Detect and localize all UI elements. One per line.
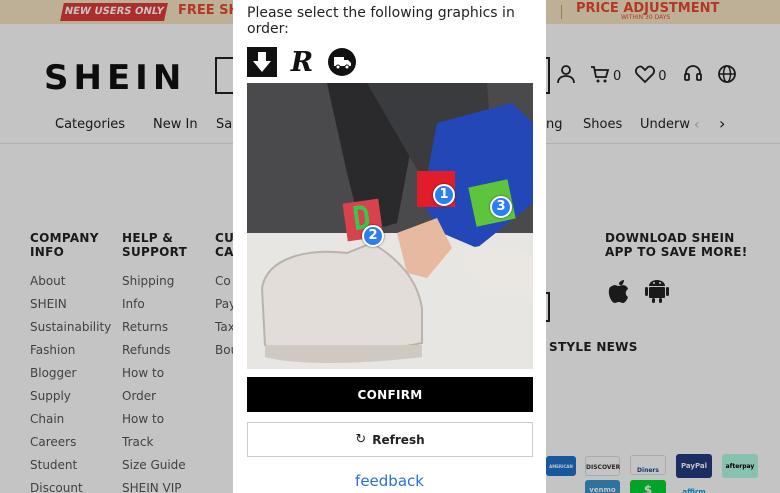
refresh-button[interactable]: ↻ Refresh	[247, 422, 533, 457]
selection-marker-3[interactable]: 3	[490, 196, 512, 218]
feedback-link[interactable]: feedback	[233, 472, 546, 490]
selection-marker-1[interactable]: 1	[433, 184, 455, 206]
selection-marker-2[interactable]: 2	[362, 225, 384, 247]
truck-icon	[327, 47, 357, 77]
captcha-image[interactable]: 1 2 3	[247, 83, 533, 369]
confirm-button[interactable]: CONFIRM	[247, 377, 533, 412]
captcha-reference-icons: R	[247, 46, 357, 78]
refresh-label: Refresh	[372, 432, 425, 447]
download-arrow-icon	[247, 47, 277, 77]
letter-r-icon: R	[290, 46, 314, 78]
captcha-instruction: Please select the following graphics in …	[247, 5, 515, 37]
captcha-modal: Please select the following graphics in …	[233, 0, 546, 493]
refresh-icon: ↻	[355, 432, 367, 447]
